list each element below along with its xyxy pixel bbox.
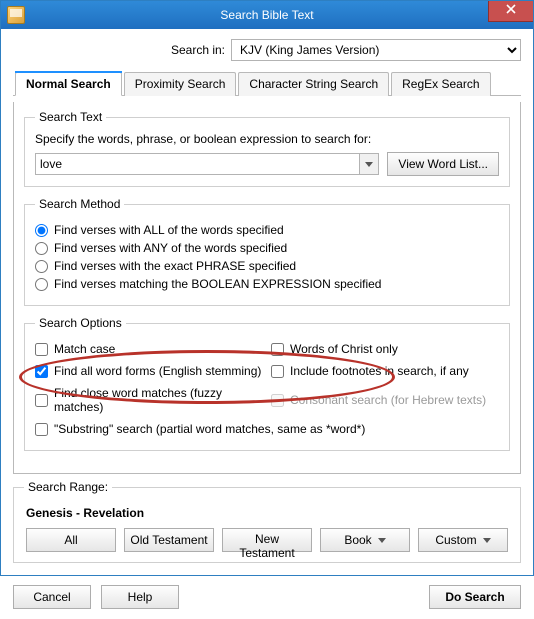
method-label: Find verses with ALL of the words specif…	[54, 223, 284, 237]
opt-words-of-christ[interactable]: Words of Christ only	[271, 342, 499, 356]
opt-all-word-forms[interactable]: Find all word forms (English stemming)	[35, 364, 263, 378]
method-radio-boolean[interactable]	[35, 278, 48, 291]
search-in-label: Search in:	[171, 43, 225, 57]
range-custom-button[interactable]: Custom	[418, 528, 508, 552]
opt-words-of-christ-check[interactable]	[271, 343, 284, 356]
opt-label: Words of Christ only	[290, 342, 398, 356]
opt-all-word-forms-check[interactable]	[35, 365, 48, 378]
opt-label: Consonant search (for Hebrew texts)	[290, 393, 486, 407]
cancel-button[interactable]: Cancel	[13, 585, 91, 609]
search-range-buttons: All Old Testament New Testament Book Cus…	[26, 528, 508, 552]
range-book-label: Book	[344, 533, 371, 547]
opt-label: Match case	[54, 342, 115, 356]
opt-fuzzy[interactable]: Find close word matches (fuzzy matches)	[35, 386, 263, 414]
chevron-down-icon	[378, 538, 386, 543]
opt-consonant-search: Consonant search (for Hebrew texts)	[271, 386, 499, 414]
search-text-input[interactable]	[35, 153, 379, 175]
search-method-group: Search Method Find verses with ALL of th…	[24, 197, 510, 306]
method-radio-phrase[interactable]	[35, 260, 48, 273]
search-options-group: Search Options Match case Words of Chris…	[24, 316, 510, 451]
help-button[interactable]: Help	[101, 585, 179, 609]
search-bible-text-window: Search Bible Text Search in: KJV (King J…	[0, 0, 534, 576]
opt-label: Include footnotes in search, if any	[290, 364, 469, 378]
tab-label: RegEx Search	[402, 77, 479, 91]
tab-regex-search[interactable]: RegEx Search	[391, 72, 490, 96]
footer-spacer	[189, 585, 419, 609]
do-search-button[interactable]: Do Search	[429, 585, 521, 609]
opt-substring-check[interactable]	[35, 423, 48, 436]
tab-label: Character String Search	[249, 77, 378, 91]
opt-include-footnotes-check[interactable]	[271, 365, 284, 378]
method-label: Find verses with ANY of the words specif…	[54, 241, 287, 255]
search-text-group: Search Text Specify the words, phrase, o…	[24, 110, 510, 187]
method-label: Find verses with the exact PHRASE specif…	[54, 259, 296, 273]
range-ot-button[interactable]: Old Testament	[124, 528, 214, 552]
search-range-legend: Search Range:	[24, 480, 112, 494]
range-custom-label: Custom	[435, 533, 476, 547]
method-radio-any[interactable]	[35, 242, 48, 255]
tab-label: Proximity Search	[135, 77, 226, 91]
opt-match-case[interactable]: Match case	[35, 342, 263, 356]
opt-fuzzy-check[interactable]	[35, 394, 48, 407]
search-text-dropdown-button[interactable]	[359, 154, 378, 174]
tab-char-string-search[interactable]: Character String Search	[238, 72, 389, 96]
opt-substring[interactable]: "Substring" search (partial word matches…	[35, 422, 499, 436]
footer-row: Cancel Help Do Search	[13, 585, 521, 609]
tab-panel-normal: Search Text Specify the words, phrase, o…	[13, 102, 521, 474]
tab-normal-search[interactable]: Normal Search	[15, 72, 122, 96]
method-all-words[interactable]: Find verses with ALL of the words specif…	[35, 223, 499, 237]
search-in-row: Search in: KJV (King James Version)	[13, 39, 521, 61]
opt-include-footnotes[interactable]: Include footnotes in search, if any	[271, 364, 499, 378]
search-options-legend: Search Options	[35, 316, 126, 330]
titlebar: Search Bible Text	[1, 1, 533, 29]
opt-label: Find close word matches (fuzzy matches)	[54, 386, 263, 414]
opt-consonant-search-check	[271, 394, 284, 407]
range-all-button[interactable]: All	[26, 528, 116, 552]
dialog-body: Search in: KJV (King James Version) Norm…	[1, 29, 533, 619]
tab-proximity-search[interactable]: Proximity Search	[124, 72, 237, 96]
close-button[interactable]	[488, 1, 533, 22]
search-range-display: Genesis - Revelation	[26, 506, 508, 520]
method-phrase[interactable]: Find verses with the exact PHRASE specif…	[35, 259, 499, 273]
search-text-legend: Search Text	[35, 110, 106, 124]
method-boolean[interactable]: Find verses matching the BOOLEAN EXPRESS…	[35, 277, 499, 291]
opt-label: Find all word forms (English stemming)	[54, 364, 261, 378]
search-text-instruction: Specify the words, phrase, or boolean ex…	[35, 132, 499, 146]
chevron-down-icon	[483, 538, 491, 543]
opt-label: "Substring" search (partial word matches…	[54, 422, 365, 436]
method-radio-all[interactable]	[35, 224, 48, 237]
range-nt-button[interactable]: New Testament	[222, 528, 312, 552]
chevron-down-icon	[365, 162, 373, 167]
range-book-button[interactable]: Book	[320, 528, 410, 552]
method-any-words[interactable]: Find verses with ANY of the words specif…	[35, 241, 499, 255]
window-title: Search Bible Text	[1, 8, 533, 22]
search-range-group: Search Range: Genesis - Revelation All O…	[13, 480, 521, 563]
tab-label: Normal Search	[26, 77, 111, 91]
opt-match-case-check[interactable]	[35, 343, 48, 356]
method-label: Find verses matching the BOOLEAN EXPRESS…	[54, 277, 381, 291]
search-in-select[interactable]: KJV (King James Version)	[231, 39, 521, 61]
app-icon	[7, 6, 25, 24]
view-word-list-button[interactable]: View Word List...	[387, 152, 499, 176]
tab-strip: Normal Search Proximity Search Character…	[13, 71, 521, 96]
search-text-input-wrap	[35, 153, 379, 175]
search-method-legend: Search Method	[35, 197, 124, 211]
